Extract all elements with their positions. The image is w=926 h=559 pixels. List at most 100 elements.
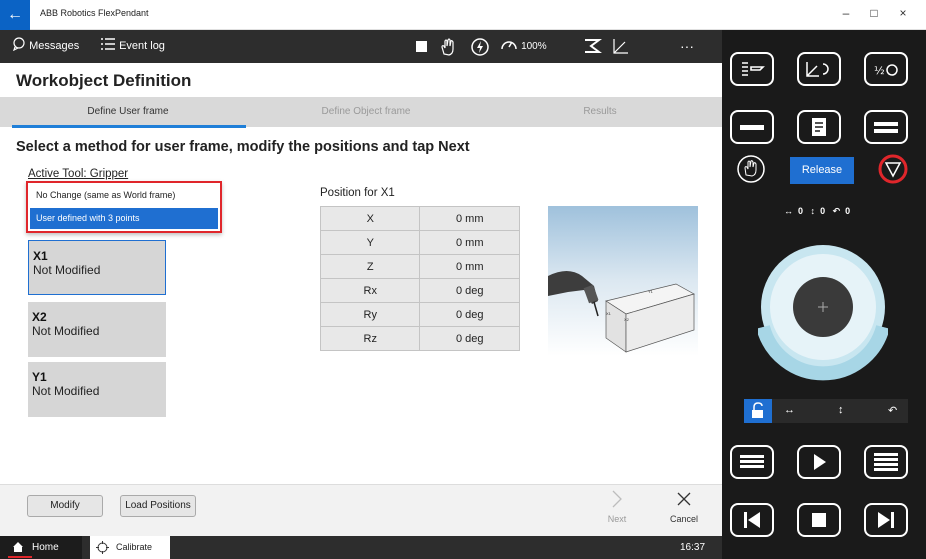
minimize-button[interactable]: – — [836, 6, 856, 20]
release-button[interactable]: Release — [790, 157, 854, 184]
point-button-x1[interactable]: X1 Not Modified — [28, 240, 166, 295]
axis-name: Y — [319, 230, 421, 255]
emergency-stop-icon[interactable] — [878, 154, 908, 184]
enable-hand-icon[interactable] — [736, 154, 766, 184]
bottom-action-bar: Modify Load Positions Next Cancel — [0, 484, 722, 536]
dropdown-option-no-change[interactable]: No Change (same as World frame) — [30, 185, 218, 206]
tab-define-user-frame[interactable]: Define User frame — [8, 97, 248, 127]
list-key-right[interactable] — [864, 445, 908, 479]
calibrate-tab[interactable]: Calibrate — [90, 536, 170, 559]
maximize-button[interactable]: □ — [864, 6, 884, 20]
illustration-label-x1: X1 — [606, 311, 612, 316]
wizard-tabs: Define User frame Define Object frame Re… — [0, 97, 722, 128]
axis-value: 0 deg — [419, 326, 520, 351]
tab-results[interactable]: Results — [480, 97, 720, 127]
robot-tool-icon — [742, 62, 765, 76]
event-log-label: Event log — [119, 40, 165, 52]
menu-lines-icon — [874, 122, 898, 133]
table-row: Rz 0 deg — [319, 326, 520, 351]
axis-name: Rz — [319, 326, 421, 351]
point-button-y1[interactable]: Y1 Not Modified — [28, 362, 166, 417]
coordinate-system-icon[interactable] — [610, 36, 632, 56]
speed-value: 100% — [521, 41, 547, 52]
position-table: X0 mm Y0 mm Z0 mm Rx 0 deg Ry 0 deg Rz 0 de… — [319, 206, 520, 351]
power-icon[interactable] — [470, 37, 490, 57]
window-title: ABB Robotics FlexPendant — [40, 8, 149, 18]
axis-name: Rx — [319, 278, 421, 303]
status-bar: Home Calibrate 16:37 — [0, 536, 722, 559]
step-back-key[interactable] — [730, 503, 774, 537]
robot-mode-icon[interactable] — [582, 36, 604, 56]
stop-key[interactable] — [797, 503, 841, 537]
point-status: Not Modified — [32, 384, 100, 398]
lateral-arrow-icon: ↔ — [784, 206, 793, 216]
programmable-key-1[interactable] — [730, 52, 774, 86]
tab-define-object-frame[interactable]: Define Object frame — [246, 97, 486, 127]
main-content: Workobject Definition Define User frame … — [0, 63, 722, 536]
point-name: Y1 — [32, 370, 47, 384]
point-button-x2[interactable]: X2 Not Modified — [28, 302, 166, 357]
list-key-left[interactable] — [730, 445, 774, 479]
skip-forward-icon — [878, 512, 894, 528]
window-titlebar: ← ABB Robotics FlexPendant – □ × — [0, 0, 926, 30]
jog-control-panel: ½ Release ↔ 0 ↕ 0 ↶ 0 ↔ ↕ ↶ — [722, 30, 926, 559]
lateral-value: 0 — [798, 206, 804, 216]
home-active-indicator — [8, 556, 32, 558]
lock-toggle[interactable] — [744, 399, 772, 423]
step-forward-key[interactable] — [864, 503, 908, 537]
rotation-axis-button[interactable]: ↶ — [888, 404, 897, 417]
programmable-key-2[interactable] — [797, 52, 841, 86]
workobject-illustration: Y1 X1 X2 — [548, 206, 698, 356]
equals-key[interactable] — [864, 110, 908, 144]
vertical-arrow-icon: ↕ — [810, 206, 816, 216]
modify-button[interactable]: Modify — [27, 495, 103, 517]
lateral-axis-button[interactable]: ↔ — [784, 404, 795, 416]
clock: 16:37 — [680, 542, 706, 553]
axis-value: 0 deg — [419, 302, 520, 327]
close-button[interactable]: × — [893, 6, 913, 20]
next-button[interactable]: Next — [600, 489, 634, 524]
stop-icon[interactable] — [416, 41, 427, 52]
hand-icon[interactable] — [438, 37, 458, 57]
home-button[interactable]: Home — [0, 536, 82, 559]
vertical-axis-button[interactable]: ↕ — [838, 404, 844, 416]
program-key[interactable] — [797, 110, 841, 144]
next-label: Next — [607, 514, 627, 524]
document-icon — [812, 118, 826, 136]
close-icon — [677, 492, 691, 506]
messages-label: Messages — [29, 40, 80, 52]
speed-button[interactable]: 100% — [500, 30, 547, 63]
play-key[interactable] — [797, 445, 841, 479]
axis-value: 0 mm — [419, 254, 520, 279]
back-arrow-icon[interactable]: ← — [0, 0, 30, 30]
programmable-key-3[interactable]: ½ — [864, 52, 908, 86]
home-icon — [13, 542, 23, 552]
list-icon — [101, 38, 115, 50]
axis-name: Ry — [319, 302, 421, 327]
vertical-value: 0 — [820, 206, 826, 216]
skip-back-icon — [744, 512, 760, 528]
svg-text:½: ½ — [874, 64, 885, 77]
unlock-icon — [752, 402, 763, 418]
top-toolbar: Messages Event log 100% ··· — [0, 30, 722, 63]
method-dropdown-list: No Change (same as World frame) User def… — [26, 181, 222, 233]
load-positions-button[interactable]: Load Positions — [120, 495, 196, 517]
cancel-button[interactable]: Cancel — [664, 489, 704, 524]
axis-readout: ↔ 0 ↕ 0 ↶ 0 — [784, 206, 850, 217]
messages-icon — [12, 37, 25, 52]
dropdown-option-3-points[interactable]: User defined with 3 points — [30, 208, 218, 229]
more-menu-icon[interactable]: ··· — [680, 30, 694, 63]
crosshair-icon — [96, 541, 109, 554]
point-status: Not Modified — [33, 263, 101, 277]
point-name: X2 — [32, 310, 47, 324]
rotation-value: 0 — [845, 206, 851, 216]
rotate-icon: ↶ — [832, 206, 841, 216]
table-row: Rx 0 deg — [319, 278, 520, 303]
joystick[interactable] — [758, 237, 888, 387]
minus-icon — [740, 125, 764, 130]
active-tool-label[interactable]: Active Tool: Gripper — [28, 168, 128, 180]
instruction-text: Select a method for user frame, modify t… — [16, 139, 470, 155]
event-log-button[interactable]: Event log — [100, 30, 165, 63]
minus-key[interactable] — [730, 110, 774, 144]
messages-button[interactable]: Messages — [12, 30, 79, 63]
